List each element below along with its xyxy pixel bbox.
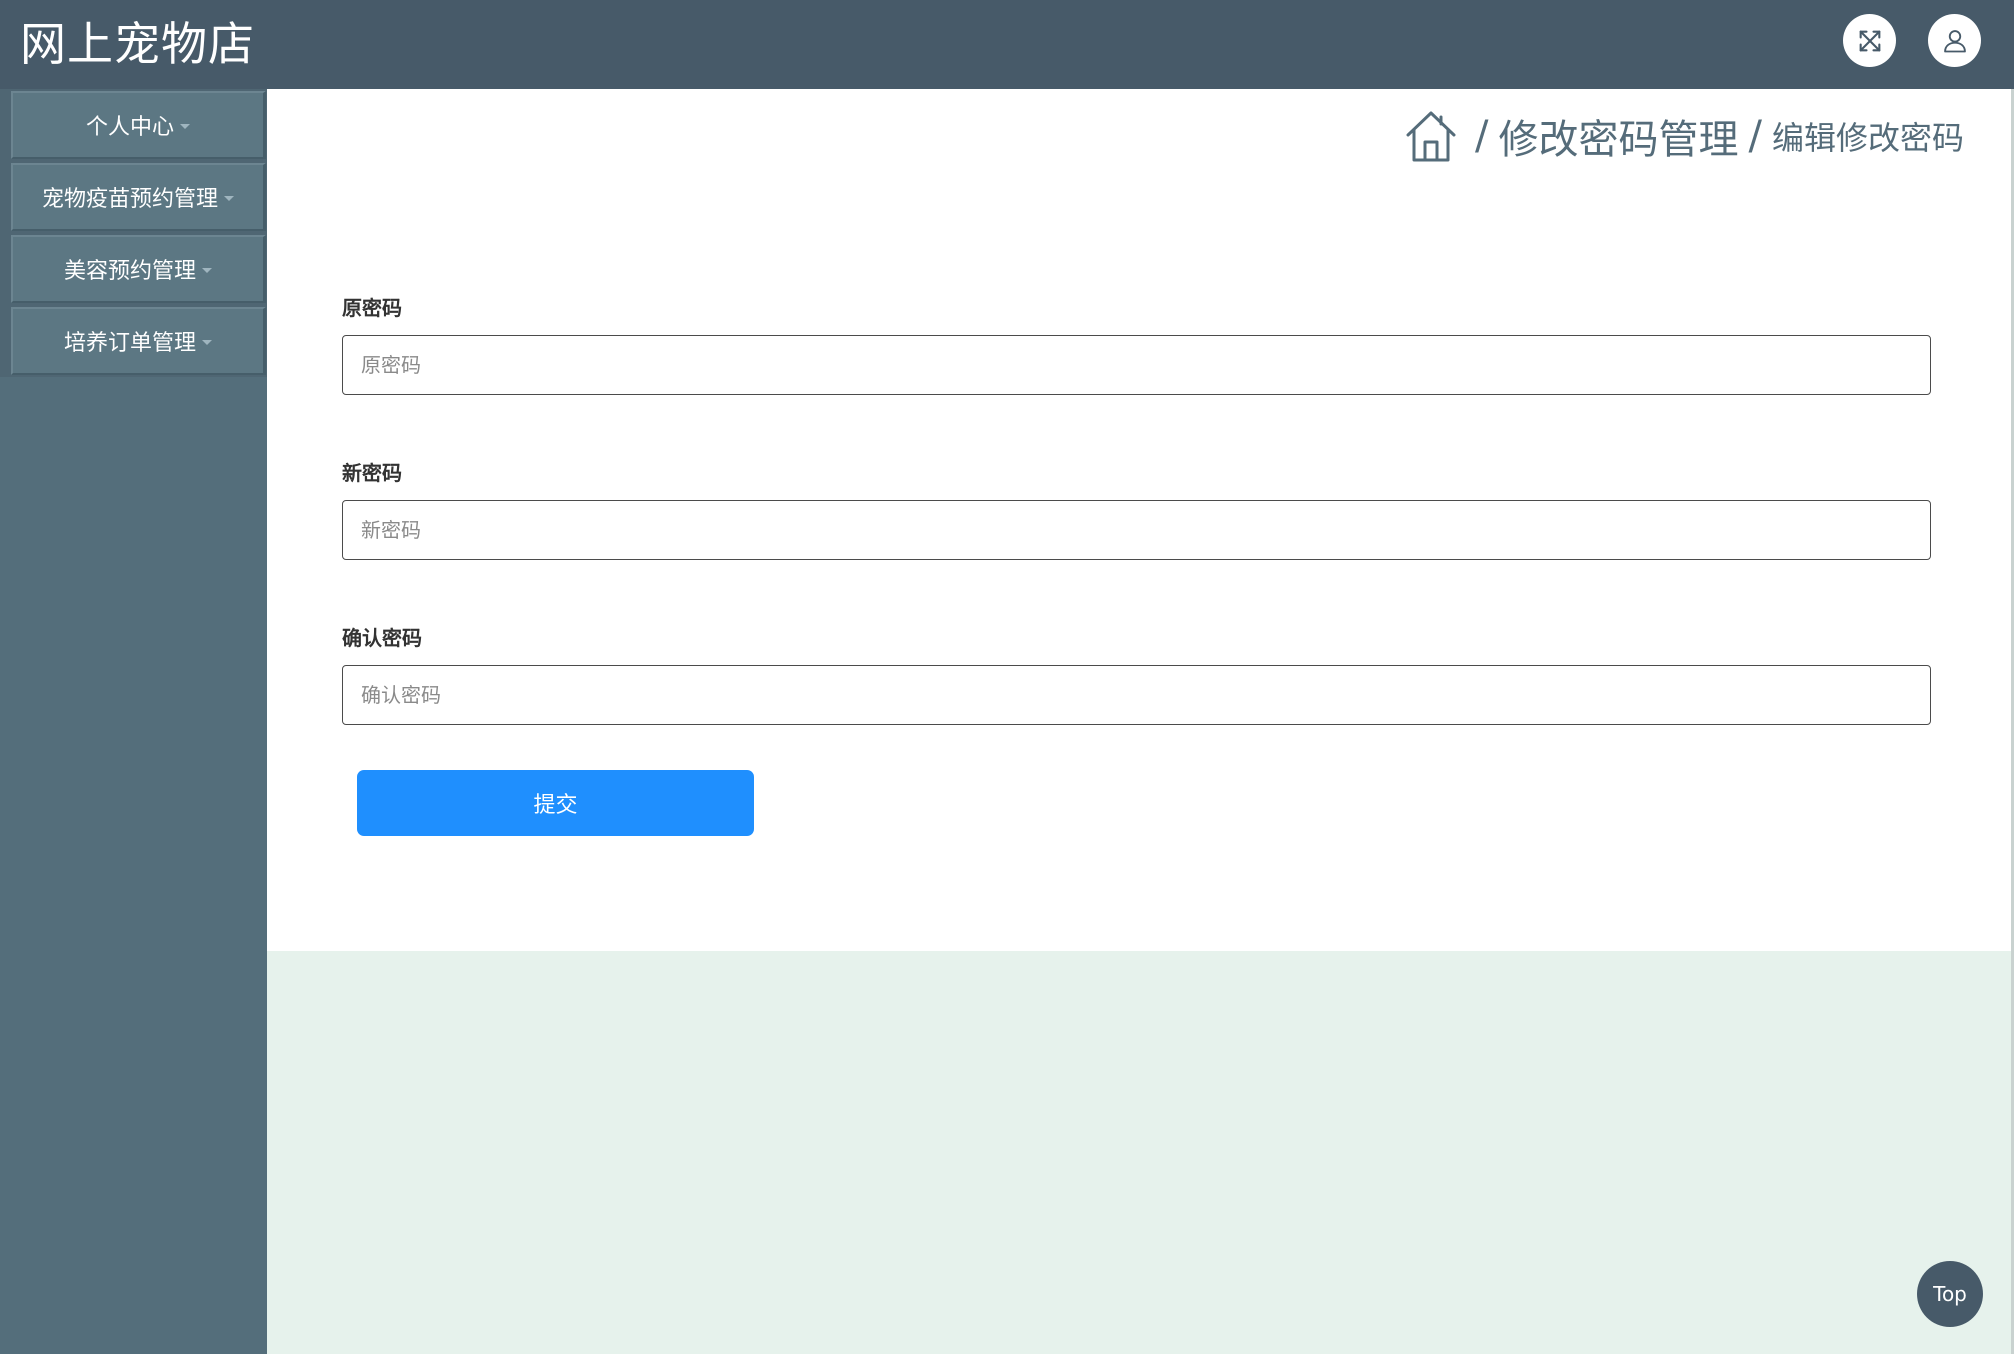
breadcrumb-edit-password: 编辑修改密码 xyxy=(1771,119,1964,157)
new-password-label: 新密码 xyxy=(342,461,402,485)
old-password-label: 原密码 xyxy=(342,296,402,320)
breadcrumb-separator: / xyxy=(1748,113,1762,159)
fullscreen-button[interactable] xyxy=(1843,14,1896,67)
sidebar-item-personal-center[interactable]: 个人中心 xyxy=(11,91,266,159)
sidebar-item-label: 个人中心 xyxy=(85,115,174,140)
caret-down-icon xyxy=(202,267,212,273)
sidebar-item-training-orders[interactable]: 培养订单管理 xyxy=(11,307,266,375)
sidebar-item-label: 美容预约管理 xyxy=(63,259,196,284)
user-menu-button[interactable] xyxy=(1928,14,1981,67)
submit-button[interactable]: 提交 xyxy=(357,770,754,836)
confirm-password-label: 确认密码 xyxy=(342,626,422,650)
caret-down-icon xyxy=(180,123,190,129)
old-password-input[interactable] xyxy=(342,335,1931,395)
app-title: 网上宠物店 xyxy=(20,17,255,71)
breadcrumb: / 修改密码管理 / 编辑修改密码 xyxy=(1405,108,1964,164)
sidebar-item-label: 宠物疫苗预约管理 xyxy=(41,187,218,212)
sidebar-item-label: 培养订单管理 xyxy=(63,331,196,356)
new-password-input[interactable] xyxy=(342,500,1931,560)
user-icon xyxy=(1943,29,1966,52)
breadcrumb-separator: / xyxy=(1475,113,1489,159)
sidebar-item-vaccine-appointments[interactable]: 宠物疫苗预约管理 xyxy=(11,163,266,231)
home-icon[interactable] xyxy=(1405,108,1457,164)
expand-arrows-icon xyxy=(1859,30,1880,51)
caret-down-icon xyxy=(224,195,234,201)
top-header: 网上宠物店 xyxy=(0,0,2014,89)
back-to-top-button[interactable]: Top xyxy=(1917,1261,1983,1327)
caret-down-icon xyxy=(202,339,212,345)
confirm-password-input[interactable] xyxy=(342,665,1931,725)
sidebar-item-beauty-appointments[interactable]: 美容预约管理 xyxy=(11,235,266,303)
breadcrumb-password-management[interactable]: 修改密码管理 xyxy=(1499,107,1739,165)
